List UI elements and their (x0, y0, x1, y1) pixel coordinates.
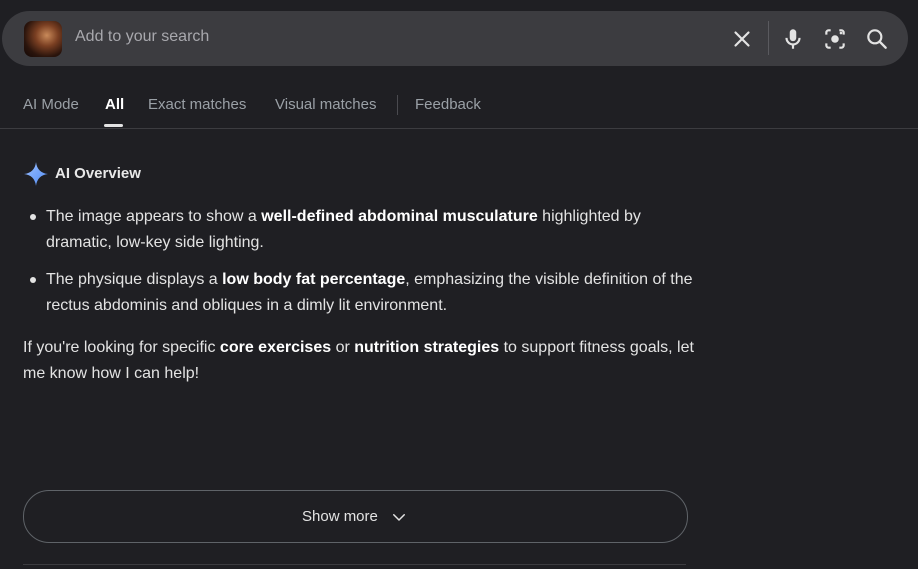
ai-overview-title: AI Overview (55, 165, 141, 182)
closing-bold-text: core exercises (219, 339, 332, 356)
close-icon[interactable] (729, 26, 755, 52)
show-more-button[interactable]: Show more (23, 490, 688, 543)
closing-text: or (331, 339, 355, 356)
list-item: The physique displays a low body fat per… (23, 267, 703, 319)
active-tab-indicator (104, 124, 123, 127)
show-more-label: Show more (302, 508, 378, 525)
search-icon[interactable] (864, 26, 890, 52)
list-item: The image appears to show a well-defined… (23, 204, 703, 256)
sparkle-icon (24, 162, 48, 186)
image-thumbnail[interactable] (24, 21, 62, 57)
tab-feedback[interactable]: Feedback (415, 96, 481, 113)
tab-divider (397, 95, 398, 115)
tab-ai-mode[interactable]: AI Mode (23, 96, 79, 113)
bullet-bold-text: low body fat percentage (222, 271, 406, 288)
divider (23, 564, 686, 565)
closing-text: If you're looking for specific (23, 339, 220, 356)
tab-visual-matches[interactable]: Visual matches (275, 96, 376, 113)
search-divider (768, 21, 769, 55)
search-bar[interactable]: Add to your search (2, 11, 908, 66)
search-input[interactable]: Add to your search (75, 28, 209, 46)
tab-exact-matches[interactable]: Exact matches (148, 96, 246, 113)
tab-bar: AI Mode All Exact matches Visual matches… (0, 88, 918, 129)
tab-all[interactable]: All (105, 96, 124, 113)
camera-lens-icon[interactable] (822, 26, 848, 52)
bullet-bold-text: well-defined abdominal musculature (261, 208, 538, 225)
chevron-down-icon (393, 514, 405, 521)
bullet-text: The image appears to show a (46, 208, 262, 225)
bullet-text: The physique displays a (46, 271, 223, 288)
ai-overview-closing: If you're looking for specific core exer… (23, 335, 703, 387)
ai-overview-bullets: The image appears to show a well-defined… (23, 204, 703, 330)
microphone-icon[interactable] (780, 26, 806, 52)
closing-bold-text: nutrition strategies (354, 339, 500, 356)
